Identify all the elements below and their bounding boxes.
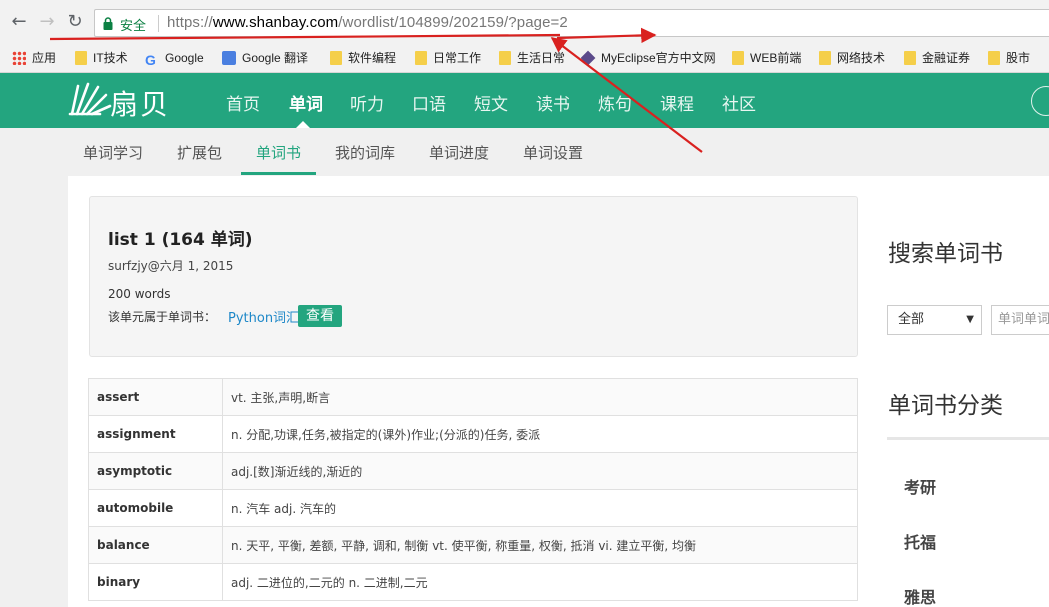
tab-word-settings[interactable]: 单词设置 — [523, 142, 583, 163]
shanbay-logo-icon[interactable] — [68, 81, 112, 117]
table-row: balance n. 天平, 平衡, 差额, 平静, 调和, 制衡 vt. 使平衡… — [88, 526, 858, 564]
active-tab-underline — [241, 172, 316, 175]
nav-sentences[interactable]: 炼句 — [598, 90, 632, 115]
word-cell: assert — [88, 378, 223, 416]
folder-icon — [499, 51, 511, 65]
nav-courses[interactable]: 课程 — [660, 90, 694, 115]
bookmark-folder[interactable]: 金融证券 — [904, 49, 970, 67]
chevron-down-icon: ▼ — [966, 314, 974, 325]
table-row: automobile n. 汽车 adj. 汽车的 — [88, 489, 858, 527]
sidebar-divider — [887, 437, 1049, 440]
forward-icon[interactable]: → — [37, 12, 57, 32]
apps-icon — [12, 51, 26, 65]
filter-selected-value: 全部 — [898, 312, 925, 327]
reload-icon[interactable]: ↻ — [65, 12, 85, 32]
folder-icon — [732, 51, 744, 65]
view-wordbook-button[interactable]: 查看 — [298, 305, 342, 327]
wordlist-author-date: surfzjy@六月 1, 2015 — [108, 259, 234, 273]
folder-icon — [988, 51, 1000, 65]
definition-cell: n. 天平, 平衡, 差额, 平静, 调和, 制衡 vt. 使平衡, 称重量, … — [222, 526, 858, 564]
omnibox-divider — [158, 15, 159, 32]
bookmark-folder[interactable]: 软件编程 — [330, 49, 396, 67]
folder-icon — [819, 51, 831, 65]
definition-cell: n. 分配,功课,任务,被指定的(课外)作业;(分派的)任务, 委派 — [222, 415, 858, 453]
lock-icon — [103, 17, 113, 30]
wordbook-filter-select[interactable]: 全部 ▼ — [887, 305, 982, 335]
nav-listening[interactable]: 听力 — [350, 90, 384, 115]
category-item[interactable]: 托福 — [904, 529, 936, 553]
logo-text[interactable]: 扇贝 — [110, 83, 170, 123]
definition-cell: vt. 主张,声明,断言 — [222, 378, 858, 416]
url-text[interactable]: https://www.shanbay.com/wordlist/104899/… — [167, 14, 568, 31]
url-host: www.shanbay.com — [212, 14, 339, 31]
tab-wordbooks[interactable]: 单词书 — [256, 142, 301, 163]
word-cell: balance — [88, 526, 223, 564]
nav-community[interactable]: 社区 — [722, 90, 756, 115]
folder-icon — [415, 51, 427, 65]
nav-speaking[interactable]: 口语 — [412, 90, 446, 115]
bookmark-myeclipse[interactable]: MyEclipse官方中文网 — [581, 49, 718, 67]
wordbook-link[interactable]: Python词汇 — [228, 307, 299, 326]
folder-icon — [330, 51, 342, 65]
table-row: binary adj. 二进位的,二元的 n. 二进制,二元 — [88, 563, 858, 601]
myeclipse-icon — [581, 50, 596, 66]
nav-home[interactable]: 首页 — [226, 90, 260, 115]
tab-word-progress[interactable]: 单词进度 — [429, 142, 489, 163]
folder-icon — [75, 51, 87, 65]
word-table: assert vt. 主张,声明,断言 assignment n. 分配,功课,任务… — [88, 378, 858, 601]
sub-nav: 单词学习 扩展包 单词书 我的词库 单词进度 单词设置 — [0, 128, 1049, 176]
word-cell: assignment — [88, 415, 223, 453]
wordbook-categories-title: 单词书分类 — [888, 393, 1003, 419]
tab-my-vocabulary[interactable]: 我的词库 — [335, 142, 395, 163]
wordlist-word-count: 200 words — [108, 287, 171, 301]
definition-cell: adj. 二进位的,二元的 n. 二进制,二元 — [222, 563, 858, 601]
wordbook-search-input[interactable]: 单词单词书 — [991, 305, 1049, 335]
tab-expansion-packs[interactable]: 扩展包 — [177, 142, 222, 163]
bookmark-folder[interactable]: 日常工作 — [415, 49, 481, 67]
folder-icon — [904, 51, 916, 65]
secure-label: 安全 — [120, 18, 147, 33]
site-header: 扇贝 首页 单词 听力 口语 短文 读书 炼句 课程 社区 — [0, 73, 1049, 128]
bookmark-folder[interactable]: WEB前端 — [732, 49, 801, 67]
wordlist-title: list 1 (164 单词) — [108, 230, 253, 250]
url-path: /wordlist/104899/202159/?page=2 — [338, 14, 568, 31]
category-item[interactable]: 雅思 — [904, 584, 936, 607]
google-icon: G — [145, 52, 156, 68]
word-cell: binary — [88, 563, 223, 601]
table-row: asymptotic adj.[数]渐近线的,渐近的 — [88, 452, 858, 490]
translate-icon — [222, 51, 236, 65]
active-nav-caret — [296, 121, 310, 128]
category-item[interactable]: 考研 — [904, 474, 936, 498]
bookmark-folder[interactable]: 股市 — [988, 49, 1030, 67]
nav-reading[interactable]: 读书 — [536, 90, 570, 115]
url-scheme: https:// — [167, 14, 213, 31]
word-cell: automobile — [88, 489, 223, 527]
wordlist-info-card — [89, 196, 858, 357]
tab-word-study[interactable]: 单词学习 — [83, 142, 143, 163]
table-row: assignment n. 分配,功课,任务,被指定的(课外)作业;(分派的)任务… — [88, 415, 858, 453]
definition-cell: n. 汽车 adj. 汽车的 — [222, 489, 858, 527]
browser-toolbar: ← → ↻ 安全 https://www.shanbay.com/wordlis… — [0, 0, 1049, 44]
nav-words[interactable]: 单词 — [289, 90, 323, 115]
address-bar[interactable]: 安全 https://www.shanbay.com/wordlist/1048… — [94, 9, 1049, 37]
bookmark-google[interactable]: G Google — [145, 49, 204, 67]
bookmark-folder[interactable]: IT技术 — [75, 49, 128, 67]
definition-cell: adj.[数]渐近线的,渐近的 — [222, 452, 858, 490]
back-icon[interactable]: ← — [9, 12, 29, 32]
bookmark-apps[interactable]: 应用 — [12, 49, 56, 67]
word-cell: asymptotic — [88, 452, 223, 490]
bookmark-google-translate[interactable]: Google 翻译 — [222, 49, 308, 67]
bookmark-folder[interactable]: 网络技术 — [819, 49, 885, 67]
bookmarks-bar: 应用 IT技术 G Google Google 翻译 软件编程 日常工作 生活日常… — [0, 44, 1049, 73]
search-wordbooks-title: 搜索单词书 — [888, 241, 1003, 267]
table-row: assert vt. 主张,声明,断言 — [88, 378, 858, 416]
bookmark-folder[interactable]: 生活日常 — [499, 49, 565, 67]
nav-articles[interactable]: 短文 — [474, 90, 508, 115]
wordbook-belongs-label: 该单元属于单词书： — [108, 310, 217, 324]
